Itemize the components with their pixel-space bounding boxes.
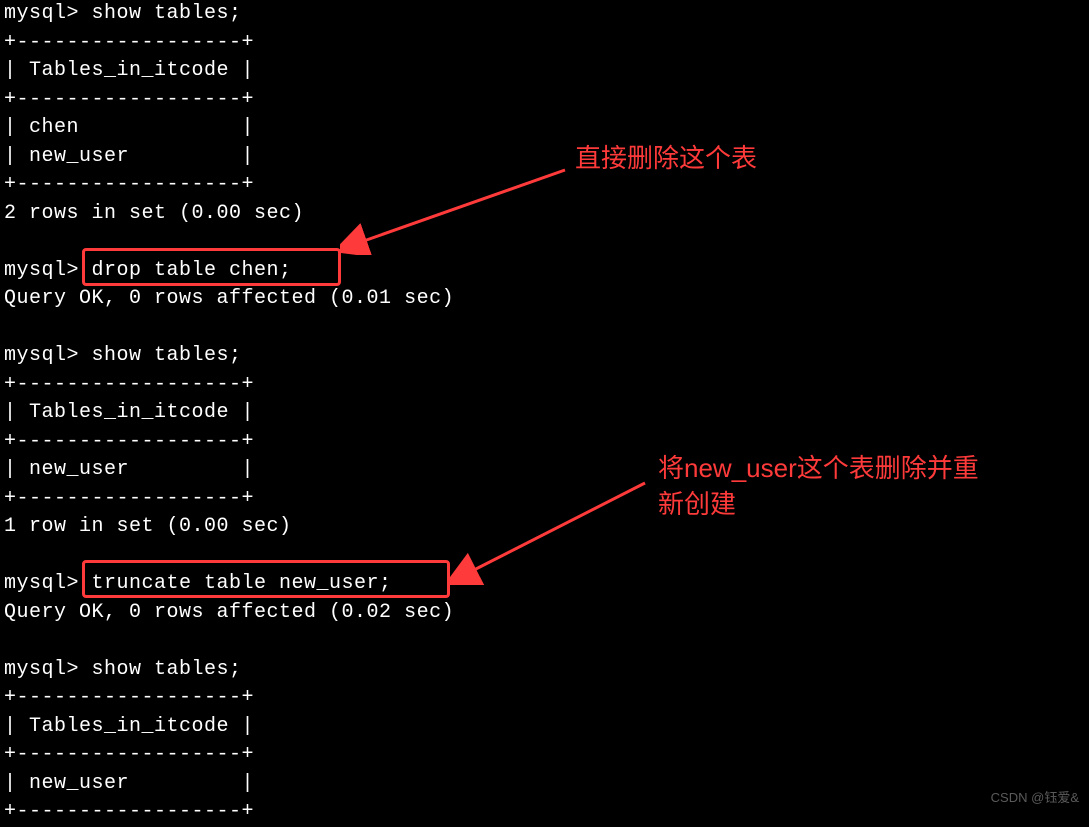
terminal-line: mysql> show tables;	[4, 342, 1085, 371]
terminal-line: +------------------+	[4, 29, 1085, 58]
terminal-line: +------------------+	[4, 684, 1085, 713]
annotation-truncate-table: 将new_user这个表删除并重 新创建	[658, 450, 979, 522]
watermark-text: CSDN @钰爱&	[991, 784, 1079, 813]
terminal-line: Query OK, 0 rows affected (0.02 sec)	[4, 599, 1085, 628]
terminal-line	[4, 314, 1085, 343]
terminal-line: mysql> show tables;	[4, 656, 1085, 685]
terminal-line: mysql> show tables;	[4, 0, 1085, 29]
terminal-line: +------------------+	[4, 86, 1085, 115]
terminal-line	[4, 542, 1085, 571]
terminal-line: | Tables_in_itcode |	[4, 57, 1085, 86]
terminal-line: | chen |	[4, 114, 1085, 143]
terminal-line	[4, 228, 1085, 257]
annotation-text: 直接删除这个表	[575, 143, 757, 173]
terminal-line	[4, 627, 1085, 656]
terminal-output: mysql> show tables;+------------------+|…	[0, 0, 1089, 827]
terminal-line: +------------------+	[4, 798, 1085, 827]
terminal-line: +------------------+	[4, 741, 1085, 770]
terminal-line: Query OK, 0 rows affected (0.01 sec)	[4, 285, 1085, 314]
terminal-line: | Tables_in_itcode |	[4, 399, 1085, 428]
terminal-line: +------------------+	[4, 371, 1085, 400]
terminal-line: | new_user |	[4, 143, 1085, 172]
terminal-line: 2 rows in set (0.00 sec)	[4, 200, 1085, 229]
terminal-line: mysql> drop table chen;	[4, 257, 1085, 286]
terminal-line: mysql> truncate table new_user;	[4, 570, 1085, 599]
terminal-line: | Tables_in_itcode |	[4, 713, 1085, 742]
annotation-drop-table: 直接删除这个表	[575, 140, 757, 176]
terminal-line: +------------------+	[4, 171, 1085, 200]
annotation-text-line2: 新创建	[658, 486, 979, 522]
annotation-text-line1: 将new_user这个表删除并重	[658, 450, 979, 486]
terminal-line: | new_user |	[4, 770, 1085, 799]
